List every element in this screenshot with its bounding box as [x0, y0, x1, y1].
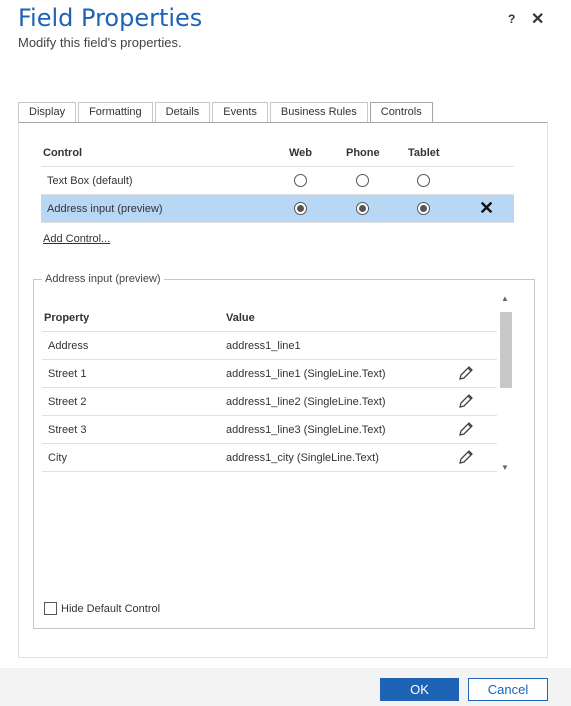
property-value: address1_line3 (SingleLine.Text): [226, 424, 386, 436]
property-name: Street 3: [48, 424, 87, 436]
value-column-header: Value: [226, 312, 255, 324]
close-icon[interactable]: ✕: [479, 198, 494, 219]
tab-formatting[interactable]: Formatting: [78, 102, 153, 122]
property-name: City: [48, 452, 67, 464]
property-value: address1_city (SingleLine.Text): [226, 452, 379, 464]
property-row-city: City address1_city (SingleLine.Text): [42, 444, 497, 472]
property-row-street-3: Street 3 address1_line3 (SingleLine.Text…: [42, 416, 497, 444]
phone-radio[interactable]: [356, 174, 369, 187]
property-column-header: Property: [44, 312, 90, 324]
web-column-header: Web: [289, 147, 313, 159]
tablet-column-header: Tablet: [408, 147, 440, 159]
web-radio[interactable]: [294, 174, 307, 187]
property-name: Street 1: [48, 368, 87, 380]
add-control-link[interactable]: Add Control...: [43, 233, 110, 245]
tab-display[interactable]: Display: [18, 102, 77, 122]
tab-bar: Display Formatting Details Events Busine…: [18, 102, 435, 123]
property-row-street-1: Street 1 address1_line1 (SingleLine.Text…: [42, 360, 497, 388]
phone-radio[interactable]: [356, 202, 369, 215]
cancel-button[interactable]: Cancel: [468, 678, 548, 701]
controls-table-header: Control Web Phone Tablet: [41, 141, 514, 167]
tab-business-rules[interactable]: Business Rules: [269, 102, 368, 122]
control-name: Text Box (default): [47, 175, 133, 187]
fieldset-legend: Address input (preview): [42, 273, 164, 285]
pencil-icon[interactable]: [457, 392, 475, 410]
controls-table: Control Web Phone Tablet Text Box (defau…: [41, 141, 514, 223]
tablet-radio[interactable]: [417, 202, 430, 215]
control-column-header: Control: [43, 147, 83, 159]
property-row-street-2: Street 2 address1_line2 (SingleLine.Text…: [42, 388, 497, 416]
properties-scrollbar[interactable]: ▲ ▼: [499, 294, 513, 472]
tab-details[interactable]: Details: [154, 102, 211, 122]
pencil-icon[interactable]: [457, 420, 475, 438]
control-row-address-input[interactable]: Address input (preview) ✕: [41, 195, 514, 223]
hide-default-control[interactable]: Hide Default Control: [44, 602, 160, 615]
control-row-text-box[interactable]: Text Box (default): [41, 167, 514, 195]
scroll-down-icon[interactable]: ▼: [501, 463, 509, 472]
property-name: Street 2: [48, 396, 87, 408]
property-value: address1_line1 (SingleLine.Text): [226, 368, 386, 380]
scrollbar-thumb[interactable]: [500, 312, 512, 388]
property-value: address1_line1: [226, 340, 301, 352]
properties-table: Property Value Address address1_line1 St…: [42, 306, 497, 472]
hide-default-checkbox[interactable]: [44, 602, 57, 615]
tab-controls[interactable]: Controls: [369, 102, 433, 123]
pencil-icon[interactable]: [457, 364, 475, 382]
property-name: Address: [48, 340, 89, 352]
help-button[interactable]: ?: [508, 12, 515, 26]
dialog-footer: OK Cancel: [0, 668, 571, 706]
address-input-properties: Address input (preview) Property Value A…: [33, 273, 535, 629]
properties-table-header: Property Value: [42, 306, 497, 332]
property-value: address1_line2 (SingleLine.Text): [226, 396, 386, 408]
tablet-radio[interactable]: [417, 174, 430, 187]
ok-button[interactable]: OK: [380, 678, 459, 701]
control-name: Address input (preview): [47, 203, 163, 215]
dialog-title: Field Properties: [18, 4, 203, 32]
tab-events[interactable]: Events: [212, 102, 268, 122]
dialog-subtitle: Modify this field's properties.: [18, 35, 182, 50]
controls-panel: Control Web Phone Tablet Text Box (defau…: [18, 122, 548, 658]
scroll-up-icon[interactable]: ▲: [501, 294, 509, 303]
close-icon[interactable]: ✕: [531, 9, 544, 29]
phone-column-header: Phone: [346, 147, 380, 159]
hide-default-label: Hide Default Control: [61, 602, 161, 615]
pencil-icon[interactable]: [457, 448, 475, 466]
property-row-address: Address address1_line1: [42, 332, 497, 360]
web-radio[interactable]: [294, 202, 307, 215]
